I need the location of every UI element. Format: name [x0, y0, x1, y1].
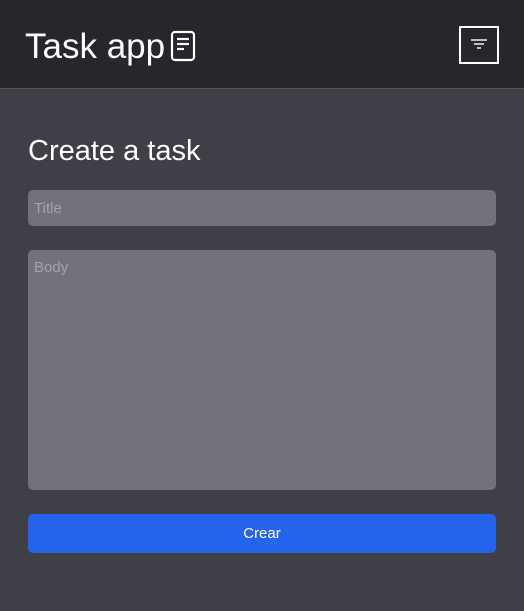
create-task-panel: Create a task Crear [0, 89, 524, 611]
body-textarea[interactable] [28, 250, 496, 490]
create-button[interactable]: Crear [28, 514, 496, 553]
app-title: Task app [25, 27, 166, 66]
app-brand: Task app [25, 26, 196, 68]
filter-button[interactable] [459, 26, 499, 64]
top-bar: Task app [0, 0, 524, 89]
title-input[interactable] [28, 190, 496, 226]
filter-icon [469, 37, 489, 54]
document-icon [170, 30, 196, 64]
form-heading: Create a task [28, 135, 201, 167]
